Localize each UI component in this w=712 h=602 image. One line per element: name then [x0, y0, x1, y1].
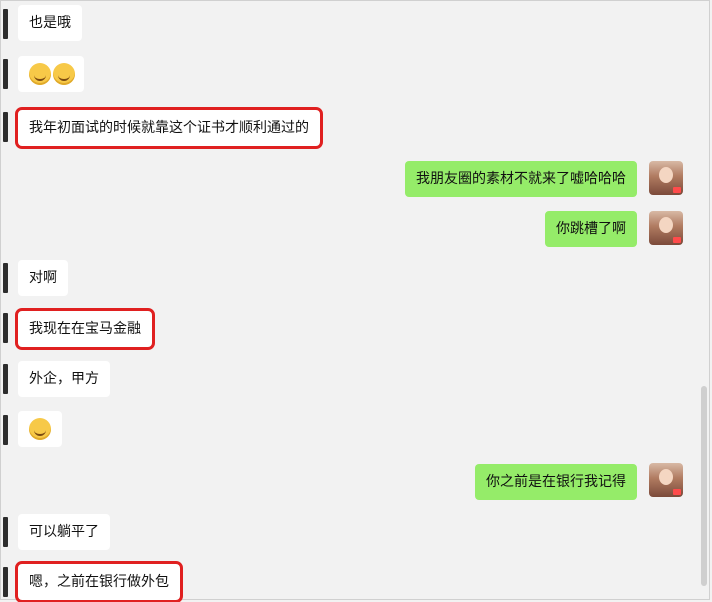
contact-avatar[interactable] — [3, 263, 8, 293]
message-text: 对啊 — [29, 270, 57, 286]
chat-window: 也是哦 我年初面试的时候就靠这个证书才顺利通过的 我朋友圈的素材不就来了嘘哈哈哈… — [0, 0, 710, 602]
contact-avatar[interactable] — [3, 567, 8, 597]
contact-avatar[interactable] — [3, 9, 8, 39]
message-text: 我朋友圈的素材不就来了嘘哈哈哈 — [416, 171, 626, 187]
message-text: 我现在在宝马金融 — [29, 321, 141, 337]
contact-avatar[interactable] — [3, 364, 8, 394]
hug-emoji — [29, 418, 51, 440]
message-bubble-right[interactable]: 你之前是在银行我记得 — [475, 464, 637, 500]
message-text: 嗯，之前在银行做外包 — [29, 574, 169, 590]
user-avatar[interactable] — [649, 463, 683, 497]
message-bubble-left[interactable]: 对啊 — [18, 260, 68, 296]
user-avatar[interactable] — [649, 211, 683, 245]
message-text: 我年初面试的时候就靠这个证书才顺利通过的 — [29, 120, 309, 136]
message-text: 你跳槽了啊 — [556, 221, 626, 237]
contact-avatar[interactable] — [3, 313, 8, 343]
message-bubble-left[interactable]: 可以躺平了 — [18, 514, 110, 550]
message-bubble-left-highlighted[interactable]: 嗯，之前在银行做外包 — [15, 561, 183, 602]
message-bubble-left[interactable]: 也是哦 — [18, 5, 82, 41]
message-bubble-right[interactable]: 我朋友圈的素材不就来了嘘哈哈哈 — [405, 161, 637, 197]
message-text: 你之前是在银行我记得 — [486, 474, 626, 490]
contact-avatar[interactable] — [3, 59, 8, 89]
message-bubble-left[interactable] — [18, 411, 62, 447]
message-text: 外企，甲方 — [29, 371, 99, 387]
message-bubble-left-highlighted[interactable]: 我现在在宝马金融 — [15, 308, 155, 350]
grin-tears-emoji — [29, 63, 51, 85]
contact-avatar[interactable] — [3, 415, 8, 445]
scrollbar[interactable] — [701, 386, 707, 586]
contact-avatar[interactable] — [3, 517, 8, 547]
contact-avatar[interactable] — [3, 112, 8, 142]
message-bubble-right[interactable]: 你跳槽了啊 — [545, 211, 637, 247]
message-text: 也是哦 — [29, 15, 71, 31]
message-bubble-left[interactable] — [18, 56, 84, 92]
grin-tears-emoji — [53, 63, 75, 85]
user-avatar[interactable] — [649, 161, 683, 195]
message-bubble-left[interactable]: 外企，甲方 — [18, 361, 110, 397]
message-text: 可以躺平了 — [29, 524, 99, 540]
message-bubble-left-highlighted[interactable]: 我年初面试的时候就靠这个证书才顺利通过的 — [15, 107, 323, 149]
